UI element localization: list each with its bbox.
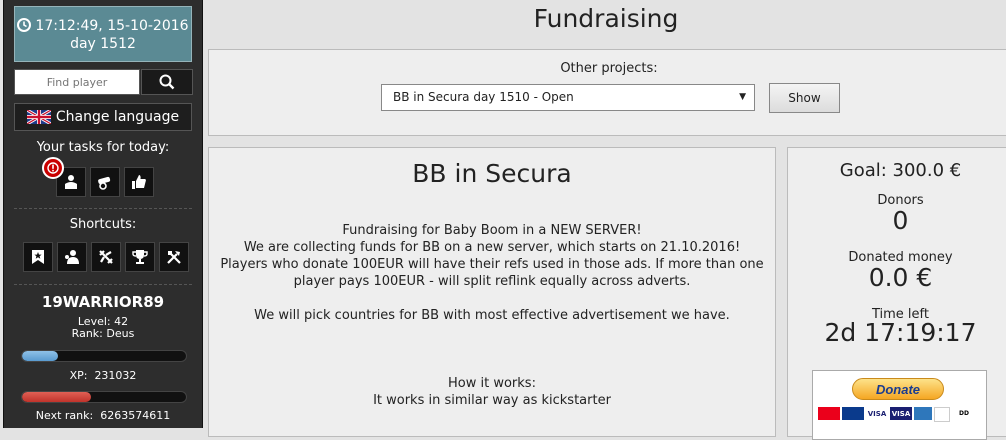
donors-count: 0 (892, 206, 909, 235)
shortcut-tools-button[interactable] (159, 242, 189, 272)
plane-icon (99, 250, 113, 264)
train-task-button[interactable] (90, 167, 120, 197)
show-button[interactable]: Show (769, 83, 840, 113)
shortcuts-row (23, 242, 193, 272)
clock-day: day 1512 (70, 36, 136, 52)
thumbs-up-icon (132, 175, 146, 189)
project-description: Fundraising for Baby Boom in a NEW SERVE… (209, 222, 775, 290)
xp-label: XP: 231032 (4, 369, 202, 382)
project-heading: Fundraising for Baby Boom in a NEW SERVE… (342, 223, 642, 238)
project-select-value: BB in Secura day 1510 - Open (393, 90, 574, 104)
rank-progress-bar (21, 391, 187, 403)
project-select[interactable]: BB in Secura day 1510 - Open ▼ (381, 84, 755, 111)
clock-icon (17, 18, 32, 32)
other-projects-panel: Other projects: BB in Secura day 1510 - … (208, 49, 1006, 136)
find-player-input[interactable] (14, 69, 140, 95)
bookmark-icon (32, 250, 44, 264)
shortcut-trophy-button[interactable] (125, 242, 155, 272)
player-rank: Rank: Deus (71, 327, 135, 340)
project-line: We will pick countries for BB with most … (254, 308, 730, 323)
maestro-icon (842, 407, 864, 420)
shortcuts-title: Shortcuts: (69, 217, 137, 232)
tasks-row (56, 167, 158, 197)
sidebar: 17:12:49, 15-10-2016 day 1512 Change lan… (3, 0, 203, 428)
how-it-works-title: How it works: (448, 376, 536, 391)
server-clock: 17:12:49, 15-10-2016 day 1512 (14, 6, 192, 62)
time-left-value: 2d 17:19:17 (824, 318, 977, 347)
clock-time: 17:12:49, 15-10-2016 (35, 18, 189, 34)
search-button[interactable] (141, 69, 193, 95)
project-title: BB in Secura (412, 159, 572, 188)
divider (14, 208, 192, 209)
player-name: 19WARRIOR89 (41, 293, 165, 311)
worker-icon (65, 175, 77, 189)
change-language-button[interactable]: Change language (14, 103, 192, 131)
direct-debit-icon: DD (952, 407, 976, 420)
project-line: player pays 100EUR - will split reflink … (293, 274, 691, 289)
project-panel: BB in Secura Fundraising for Baby Boom i… (208, 147, 776, 437)
amex-icon (914, 407, 932, 420)
project-line: We are collecting funds for BB on a new … (243, 240, 741, 255)
shortcut-bookmark-button[interactable] (23, 242, 53, 272)
vote-task-button[interactable] (124, 167, 154, 197)
dropdown-arrow-icon: ▼ (739, 92, 746, 102)
paypal-donate-box: Donate VISA VISA DD (812, 370, 987, 440)
next-rank-label: Next rank: 6263574611 (4, 409, 202, 422)
users-icon (65, 250, 79, 264)
shortcut-profile-button[interactable] (57, 242, 87, 272)
visa-card: VISA (890, 407, 912, 420)
xp-value: 231032 (94, 369, 137, 382)
next-rank-value: 6263574611 (100, 409, 171, 422)
shortcut-battles-button[interactable] (91, 242, 121, 272)
xp-label-text: XP: (69, 369, 88, 382)
payment-cards: VISA VISA DD (818, 407, 978, 422)
visa-card: VISA (866, 407, 888, 420)
stats-panel: Goal: 300.0 € Donors 0 Donated money 0.0… (787, 147, 1006, 440)
xp-progress-fill (22, 351, 59, 361)
how-it-works-text: It works in similar way as kickstarter (373, 393, 611, 408)
project-line: Players who donate 100EUR will have thei… (220, 257, 764, 272)
change-language-label: Change language (55, 109, 180, 125)
uk-flag-icon (26, 110, 51, 124)
tasks-title: Your tasks for today: (36, 140, 170, 155)
xp-progress-bar (21, 350, 187, 362)
donated-amount: 0.0 € (868, 263, 933, 292)
trophy-icon (132, 250, 148, 264)
divider (14, 284, 192, 285)
search-icon (159, 74, 175, 90)
alert-icon (42, 157, 64, 179)
other-projects-label: Other projects: (560, 61, 658, 76)
donate-button[interactable]: Donate (852, 378, 944, 400)
rank-progress-fill (22, 392, 91, 402)
page-title: Fundraising (533, 4, 679, 33)
goal-amount: Goal: 300.0 € (839, 160, 962, 181)
tools-icon (167, 251, 181, 264)
mastercard-icon (818, 407, 840, 420)
next-rank-text: Next rank: (35, 409, 94, 422)
cannon-icon (98, 176, 111, 190)
bank-icon (934, 407, 950, 422)
